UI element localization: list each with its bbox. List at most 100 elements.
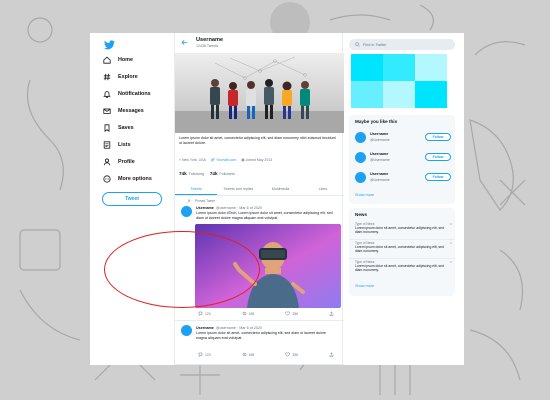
mail-icon [103, 108, 111, 114]
tweet-button[interactable]: Tweet [102, 192, 162, 206]
profile-bio: Lorem ipsum dolor sit amet, consectetur … [179, 136, 336, 145]
following-stat[interactable]: 74k Following [179, 171, 204, 176]
suggestion-handle: @Username [370, 178, 390, 182]
bookmark-icon [104, 124, 110, 132]
news-title: News [355, 212, 368, 217]
tab-likes[interactable]: Likes [302, 183, 344, 195]
reply-button[interactable]: 123 [198, 352, 211, 357]
news-item[interactable]: Type of News Lorem ipsum dolor sit amet,… [355, 222, 453, 235]
gallery-tile[interactable] [351, 54, 383, 81]
tweet-image[interactable] [195, 224, 341, 308]
avatar[interactable] [355, 172, 366, 183]
gallery-tile[interactable] [415, 81, 447, 108]
back-arrow-icon[interactable] [181, 39, 188, 46]
suggestions-show-more[interactable]: Show more [355, 193, 374, 197]
share-button[interactable] [329, 311, 334, 316]
news-item[interactable]: Type of News Lorem ipsum dolor sit amet,… [355, 241, 453, 254]
avatar[interactable] [181, 206, 192, 217]
tab-tweets-and-replies[interactable]: Tweets and replies [217, 183, 259, 195]
nav-saves[interactable]: Saves [103, 122, 134, 134]
followers-stat[interactable]: 74k Followers [210, 171, 235, 176]
nav-lists[interactable]: Lists [103, 139, 131, 151]
follow-button[interactable]: Follow [425, 133, 451, 141]
follow-button[interactable]: Follow [425, 173, 451, 181]
right-sidebar: Find in Twitter Maybe you like this User… [343, 33, 464, 365]
twitter-profile-window: Home Explore Notifications Messages Save… [90, 33, 464, 365]
tweet-item[interactable]: Pinned Tweet Username @username · Mar 6 o… [175, 197, 344, 321]
news-show-more[interactable]: Show more [355, 284, 374, 288]
news-text: Lorem ipsum dolor sit amet, consectetur … [355, 245, 444, 254]
left-navigation: Home Explore Notifications Messages Save… [90, 33, 174, 365]
person-icon [103, 158, 111, 166]
reply-button[interactable]: 123 [198, 311, 211, 316]
tweet-author: Username @username · Mar 6 of 2020 [196, 206, 263, 210]
follow-button[interactable]: Follow [425, 153, 451, 161]
chevron-down-icon[interactable] [449, 222, 453, 226]
search-icon [355, 42, 360, 47]
nav-messages[interactable]: Messages [103, 105, 144, 117]
profile-joined: ▦ Joined May 2013 [241, 158, 273, 162]
suggestions-card: Maybe you like this Username @Username F… [349, 115, 455, 204]
tweet-text: Lorem ipsum dolor sit amet, consectetur … [196, 331, 327, 340]
profile-tabs: Tweets Tweets and replies Multimedia Lik… [175, 183, 344, 196]
news-card: News Type of News Lorem ipsum dolor sit … [349, 208, 455, 296]
nav-home-label: Home [118, 57, 133, 63]
suggestion-item: Username @Username Follow [355, 170, 451, 188]
nav-explore[interactable]: Explore [103, 71, 138, 83]
share-button[interactable] [329, 352, 334, 357]
nav-home[interactable]: Home [103, 54, 133, 66]
follow-stats: 74k Following 74k Followers [179, 171, 235, 176]
hashtag-icon [103, 73, 111, 81]
share-icon [329, 352, 334, 357]
home-icon [103, 56, 111, 64]
heart-icon [285, 311, 290, 316]
gallery-tile[interactable] [351, 81, 383, 108]
gallery-tile[interactable] [383, 54, 415, 81]
avatar[interactable] [181, 325, 192, 336]
tweet-actions: 123 185 256 [198, 352, 334, 357]
profile-website-link[interactable]: 🔗 Yoursite.com [211, 158, 236, 162]
reply-icon [198, 352, 203, 357]
reply-icon [198, 311, 203, 316]
news-text: Lorem ipsum dolor sit amet, consectetur … [355, 264, 444, 273]
suggestion-item: Username @Username Follow [355, 150, 451, 168]
divider [349, 239, 455, 240]
retweet-button[interactable]: 185 [242, 352, 254, 357]
heart-icon [285, 352, 290, 357]
suggestion-name: Username [370, 172, 389, 176]
pinned-label: Pinned Tweet [195, 199, 215, 203]
search-input[interactable]: Find in Twitter [349, 39, 455, 50]
news-item[interactable]: Type of News Lorem ipsum dolor sit amet,… [355, 260, 453, 273]
nav-notifications[interactable]: Notifications [103, 88, 151, 100]
nav-profile[interactable]: Profile [103, 156, 135, 168]
chevron-down-icon[interactable] [449, 260, 453, 264]
gallery-tile[interactable] [383, 81, 415, 108]
tweet-author: Username @username · Mar 6 of 2020 [196, 326, 263, 330]
news-text: Lorem ipsum dolor sit amet, consectetur … [355, 226, 444, 235]
avatar[interactable] [355, 152, 366, 163]
profile-username: Username [196, 37, 224, 43]
tab-tweets[interactable]: Tweets [175, 183, 218, 195]
nav-more-options[interactable]: More options [103, 173, 152, 185]
nav-saves-label: Saves [118, 125, 134, 131]
retweet-icon [242, 311, 246, 316]
like-button[interactable]: 256 [285, 311, 298, 316]
bell-icon [103, 91, 111, 98]
tweet-item[interactable]: Username @username · Mar 6 of 2020 Lorem … [175, 321, 344, 365]
gallery-tile[interactable] [415, 54, 447, 81]
media-gallery [351, 54, 447, 108]
retweet-button[interactable]: 185 [242, 311, 254, 316]
suggestion-handle: @Username [370, 158, 390, 162]
share-icon [329, 311, 334, 316]
profile-meta: ⌖ New York, USA 🔗 Yoursite.com ▦ Joined … [179, 158, 272, 162]
profile-header: Username 12436 Tweets [175, 33, 344, 53]
twitter-bird-icon[interactable] [104, 40, 115, 50]
profile-tweet-count: 12436 Tweets [196, 44, 219, 48]
divider [349, 258, 455, 259]
nav-explore-label: Explore [118, 74, 138, 80]
chevron-down-icon[interactable] [449, 241, 453, 245]
tab-multimedia[interactable]: Multimedia [260, 183, 302, 195]
avatar[interactable] [355, 132, 366, 143]
like-button[interactable]: 256 [285, 352, 298, 357]
nav-lists-label: Lists [118, 142, 131, 148]
